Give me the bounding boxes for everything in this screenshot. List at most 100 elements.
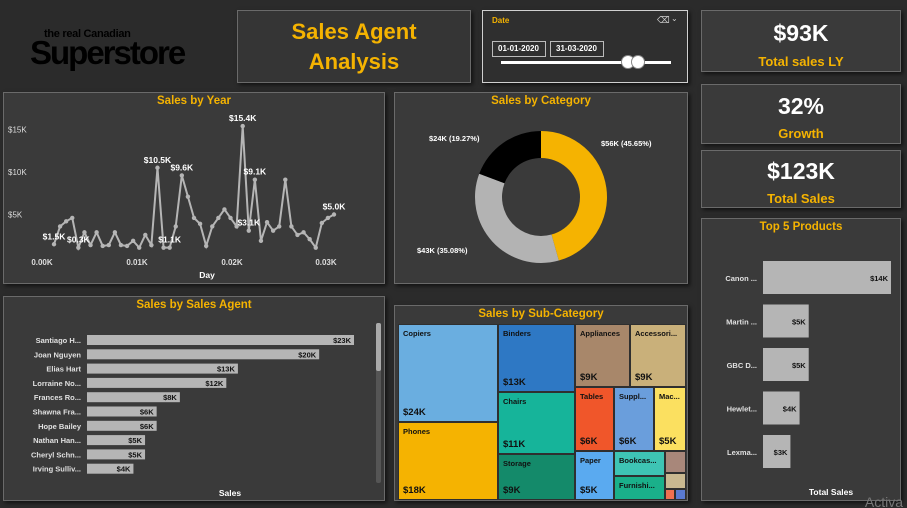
scrollbar[interactable] [376,323,381,483]
data-point [70,215,75,221]
x-tick-label: 0.01K [126,258,148,267]
sales-by-year-panel: Sales by Year $5K $10K $15K 0.00K 0.01K 0.02K… [3,92,385,284]
data-label: $9.1K [244,167,268,177]
agent-value-label: $5K [128,436,142,445]
data-point [76,245,81,250]
product-name-label: GBC D... [727,361,757,370]
product-value-label: $4K [783,405,797,414]
treemap-tile-small[interactable] [665,473,686,489]
sales-by-category-chart: $56K (45.65%) $43K (35.08%) $24K (19.27%) [417,131,652,263]
data-point [106,242,111,248]
data-point [210,224,215,229]
data-point [258,238,264,244]
data-point [51,242,57,247]
y-tick-label: $15K [8,126,27,135]
scrollbar-thumb[interactable] [376,323,381,371]
agent-name-label: Joan Nguyen [34,350,82,359]
agent-name-label: Hope Bailey [38,422,82,431]
agent-value-label: $23K [333,336,352,345]
data-point [222,207,227,212]
tile-name: Phones [403,427,431,436]
product-name-label: Hewlet... [727,405,757,414]
slice-label: $56K (45.65%) [601,139,652,148]
tile-name: Binders [503,329,531,338]
treemap-tile[interactable]: Suppl... $6K [614,387,654,451]
chevron-down-icon[interactable]: ⌄ [671,14,678,23]
data-label: $9.6K [170,162,194,172]
data-point [185,194,191,199]
data-point [191,215,197,221]
data-point [325,215,331,221]
top-products-chart: Canon ... $14K Martin ... $5K GBC D... $5K Hew… [725,261,891,497]
x-tick-label: 0.00K [31,258,53,267]
sales-by-subcategory-panel: Sales by Sub-Category Copiers $24K Phones $… [394,305,688,501]
treemap-tile[interactable]: Bookcas... [614,451,665,476]
agent-name-label: Lorraine No... [33,379,81,388]
sales-by-category-panel: Sales by Category $56K (45.65%) $43K (35.… [394,92,688,284]
y-tick-label: $5K [8,211,23,220]
treemap-tile[interactable]: Furnishi... [614,476,665,500]
product-value-label: $5K [792,318,806,327]
data-point [240,123,245,129]
sales-by-agent-chart: Santiago H... $23K Joan Nguyen $20K Elias Ha… [31,335,354,498]
data-label: $3.1K [237,218,261,228]
kpi-total-sales-ly: $93K Total sales LY [701,10,901,72]
data-label: $1.5K [43,231,67,241]
data-point [124,243,130,249]
treemap-tile[interactable]: Storage $9K [498,454,575,500]
data-point [112,230,118,235]
data-point [155,165,160,170]
x-axis-label: Total Sales [809,487,854,497]
slider-handle-end[interactable] [631,55,645,69]
treemap-tile[interactable]: Copiers $24K [398,324,498,422]
tile-value: $24K [403,407,426,418]
agent-bar [87,335,354,345]
top-products-panel: Top 5 Products Canon ... $14K Martin ... $5… [701,218,901,501]
treemap-tile[interactable]: Accessori... $9K [630,324,686,387]
treemap-tile[interactable]: Phones $18K [398,422,498,500]
treemap-tile[interactable]: Mac... $5K [654,387,686,451]
data-label: $5.0K [323,202,347,212]
slider-track[interactable] [501,61,671,64]
eraser-icon[interactable]: ⌫ [657,15,670,26]
data-point [149,242,154,248]
title-line-1: Sales Agent [291,19,417,44]
data-label: $0.3K [67,235,91,245]
data-point [100,243,105,249]
chart-title: Sales by Sub-Category [478,308,604,320]
agent-name-label: Nathan Han... [33,436,81,445]
treemap-tile[interactable]: Binders $13K [498,324,575,392]
treemap-tile-small[interactable] [675,489,686,500]
treemap-tile-small[interactable] [665,489,675,500]
treemap-tile[interactable]: Paper $5K [575,451,614,500]
tile-name: Bookcas... [619,456,657,465]
data-label: $15.4K [229,113,257,123]
treemap: Copiers $24K Phones $18K Binders $13K Chairs $1… [398,324,686,500]
tile-value: $18K [403,485,426,496]
donut-slice [479,131,541,184]
treemap-tile[interactable]: Tables $6K [575,387,614,451]
x-tick-label: 0.02K [221,258,243,267]
x-axis-label: Sales [219,488,241,498]
slice-label: $24K (19.27%) [429,134,480,143]
start-date-input[interactable]: 01-01-2020 [492,41,546,57]
title-line-2: Analysis [308,49,400,74]
treemap-tile[interactable]: Chairs $11K [498,392,575,454]
agent-value-label: $20K [298,350,317,359]
data-point [94,230,99,235]
data-point [216,215,221,221]
tile-value: $13K [503,377,526,388]
tile-value: $5K [580,485,598,496]
end-date-input[interactable]: 31-03-2020 [550,41,604,57]
data-point [270,228,276,233]
date-slicer[interactable]: Date ⌫ ⌄ 01-01-2020 31-03-2020 [482,10,688,83]
donut-slice [475,173,559,263]
agent-value-label: $5K [128,450,142,459]
x-axis-label: Day [199,270,215,280]
treemap-tile-small[interactable] [665,451,686,473]
data-point [143,232,148,238]
tile-name: Chairs [503,397,527,406]
treemap-tile[interactable]: Appliances $9K [575,324,630,387]
data-point [313,245,318,250]
kpi-label: Total sales LY [758,54,844,69]
